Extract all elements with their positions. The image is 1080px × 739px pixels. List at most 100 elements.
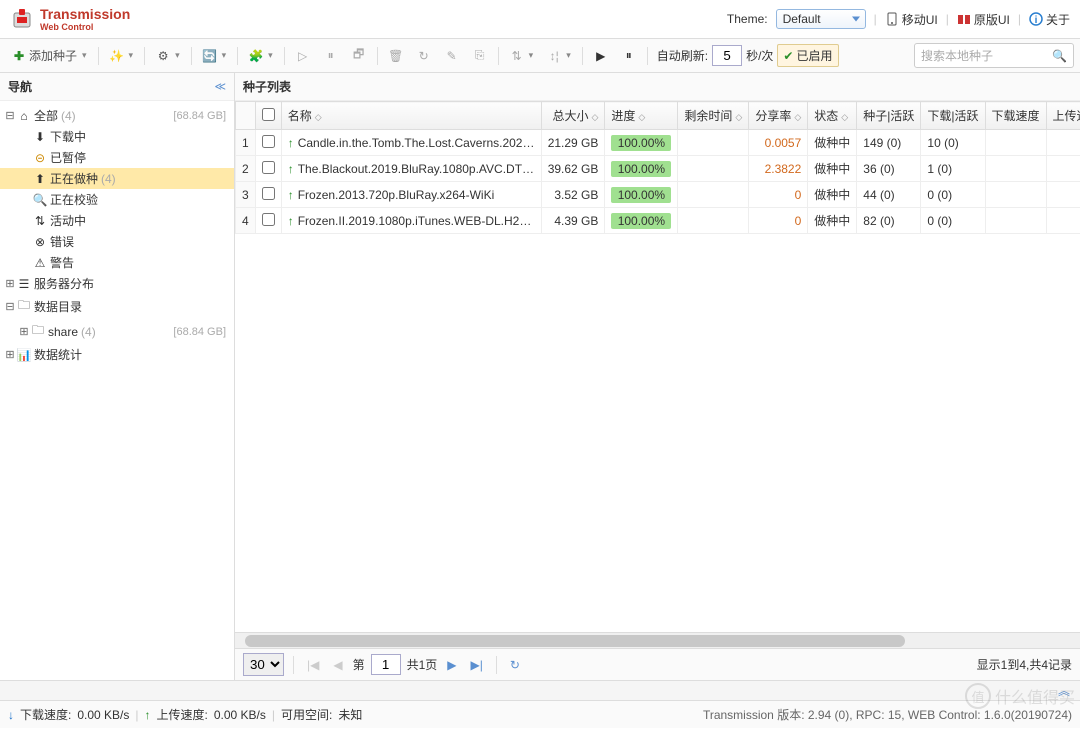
row-checkbox[interactable] xyxy=(262,135,275,148)
col-ratio[interactable]: 分享率◇ xyxy=(749,102,808,130)
cell-ul-speed xyxy=(1046,182,1080,208)
settings-button[interactable]: ⚙▾ xyxy=(150,46,186,66)
pager-reload[interactable]: ↻ xyxy=(506,658,524,672)
about-link[interactable]: i 关于 xyxy=(1029,11,1070,28)
auto-refresh-input[interactable] xyxy=(712,45,742,66)
tree-item-active[interactable]: ⇅活动中 xyxy=(0,210,234,231)
theme-select[interactable]: Default xyxy=(776,9,866,29)
paused-icon: ⊝ xyxy=(32,151,48,165)
theme-label: Theme: xyxy=(727,12,768,26)
cell-ratio: 0.0057 xyxy=(749,130,808,156)
select-all-checkbox[interactable] xyxy=(262,108,275,121)
start-all-button[interactable]: ▶ xyxy=(588,46,614,66)
pager-prev[interactable]: ◀ xyxy=(329,658,346,672)
col-status[interactable]: 状态◇ xyxy=(808,102,857,130)
tree-item-warning[interactable]: ⚠警告 xyxy=(0,252,234,273)
cell-name: ↑Frozen.II.2019.1080p.iTunes.WEB-DL.H264… xyxy=(281,208,541,234)
cell-progress: 100.00% xyxy=(605,130,678,156)
tree-item-data-dir[interactable]: ⊟🗀数据目录 xyxy=(0,294,234,319)
more-menu-button[interactable]: ↕¦▾ xyxy=(541,46,577,66)
pause-button[interactable]: ⏸ xyxy=(318,46,344,66)
tree-item-share[interactable]: ⊞🗀share(4)[68.84 GB] xyxy=(0,319,234,344)
row-checkbox[interactable] xyxy=(262,213,275,226)
cell-size: 39.62 GB xyxy=(541,156,605,182)
pager-next[interactable]: ▶ xyxy=(443,658,460,672)
cell-remaining xyxy=(678,208,749,234)
page-size-select[interactable]: 30 xyxy=(243,653,284,676)
cell-peers: 0 (0) xyxy=(921,208,985,234)
col-ul-speed[interactable]: 上传速度 xyxy=(1046,102,1080,130)
tree-item-all[interactable]: ⊟⌂ 全部(4) [68.84 GB] xyxy=(0,105,234,126)
plugin-button[interactable]: 🧩▾ xyxy=(243,46,279,66)
recheck-button[interactable]: ↻ xyxy=(411,46,437,66)
auto-refresh-label: 自动刷新: xyxy=(657,47,708,64)
copy-button[interactable]: ⎘ xyxy=(467,46,493,66)
auto-refresh-enabled[interactable]: ✔ 已启用 xyxy=(777,44,838,67)
pager-first[interactable]: |◀ xyxy=(303,658,323,672)
rename-icon: ✎ xyxy=(445,49,459,63)
ul-speed-value: 0.00 KB/s xyxy=(214,708,266,722)
table-row[interactable]: 4 ↑Frozen.II.2019.1080p.iTunes.WEB-DL.H2… xyxy=(236,208,1080,234)
tree-item-paused[interactable]: ⊝已暂停 xyxy=(0,147,234,168)
row-number: 3 xyxy=(236,182,256,208)
speed-icon: ⇅ xyxy=(510,49,524,63)
content-title: 种子列表 xyxy=(235,73,1080,101)
col-seeds[interactable]: 种子|活跃 xyxy=(857,102,921,130)
search-input[interactable]: 搜索本地种子 🔍 xyxy=(914,43,1074,68)
col-dl-speed[interactable]: 下载速度 xyxy=(985,102,1046,130)
cell-ratio: 2.3822 xyxy=(749,156,808,182)
pager-last[interactable]: ▶| xyxy=(467,658,487,672)
tree-item-error[interactable]: ⊗错误 xyxy=(0,231,234,252)
nav-collapse-icon[interactable]: ≪ xyxy=(214,80,226,93)
delete-button[interactable]: 🗑 xyxy=(383,46,409,66)
add-torrent-button[interactable]: ✚ 添加种子▾ xyxy=(6,44,93,67)
row-number: 4 xyxy=(236,208,256,234)
cell-remaining xyxy=(678,182,749,208)
chart-icon: 📊 xyxy=(16,348,32,362)
col-size[interactable]: 总大小◇ xyxy=(541,102,605,130)
pause-solid-icon: ⏸ xyxy=(622,49,636,63)
play-solid-icon: ▶ xyxy=(594,49,608,63)
upload-icon: ⬆ xyxy=(32,172,48,186)
speed-menu-button[interactable]: ⇅▾ xyxy=(504,46,540,66)
trash-icon: 🗑 xyxy=(389,49,403,63)
tree-item-servers[interactable]: ⊞☰服务器分布 xyxy=(0,273,234,294)
cell-progress: 100.00% xyxy=(605,182,678,208)
row-checkbox[interactable] xyxy=(262,187,275,200)
gear-icon: ⚙ xyxy=(156,49,170,63)
cell-dl-speed xyxy=(985,156,1046,182)
play-icon: ▷ xyxy=(296,49,310,63)
tree-item-stats[interactable]: ⊞📊数据统计 xyxy=(0,344,234,365)
rename-button[interactable]: ✎ xyxy=(439,46,465,66)
col-remaining[interactable]: 剩余时间◇ xyxy=(678,102,749,130)
table-row[interactable]: 2 ↑The.Blackout.2019.BluRay.1080p.AVC.DT… xyxy=(236,156,1080,182)
bottom-panel-toggle[interactable]: ︽ xyxy=(0,680,1080,700)
info-icon: i xyxy=(1029,12,1043,26)
verify-button[interactable]: 🗗 xyxy=(346,46,372,66)
col-progress[interactable]: 进度◇ xyxy=(605,102,678,130)
table-row[interactable]: 3 ↑Frozen.2013.720p.BluRay.x264-WiKi 3.5… xyxy=(236,182,1080,208)
original-ui-link[interactable]: 原版UI xyxy=(957,11,1010,28)
pager-page-input[interactable] xyxy=(371,654,401,675)
seed-arrow-icon: ↑ xyxy=(288,188,294,202)
active-icon: ⇅ xyxy=(32,214,48,228)
transmission-logo-icon xyxy=(10,7,34,31)
pause-all-button[interactable]: ⏸ xyxy=(616,46,642,66)
cell-peers: 10 (0) xyxy=(921,130,985,156)
tree-item-checking[interactable]: 🔍正在校验 xyxy=(0,189,234,210)
cell-ratio: 0 xyxy=(749,182,808,208)
row-checkbox[interactable] xyxy=(262,161,275,174)
tree-item-downloading[interactable]: ⬇下载中 xyxy=(0,126,234,147)
cell-peers: 1 (0) xyxy=(921,156,985,182)
col-peers[interactable]: 下载|活跃 xyxy=(921,102,985,130)
tree-item-seeding[interactable]: ⬆正在做种(4) xyxy=(0,168,234,189)
torrent-grid: 名称◇ 总大小◇ 进度◇ 剩余时间◇ 分享率◇ 状态◇ 种子|活跃 下载|活跃 … xyxy=(235,101,1080,632)
table-row[interactable]: 1 ↑Candle.in.the.Tomb.The.Lost.Caverns.2… xyxy=(236,130,1080,156)
refresh-button[interactable]: 🔄▾ xyxy=(197,46,233,66)
col-name[interactable]: 名称◇ xyxy=(281,102,541,130)
magic-button[interactable]: ✨▾ xyxy=(104,46,140,66)
start-button[interactable]: ▷ xyxy=(290,46,316,66)
horizontal-scrollbar[interactable] xyxy=(235,632,1080,648)
copy-icon: ⎘ xyxy=(473,49,487,63)
mobile-ui-link[interactable]: 移动UI xyxy=(885,11,938,28)
